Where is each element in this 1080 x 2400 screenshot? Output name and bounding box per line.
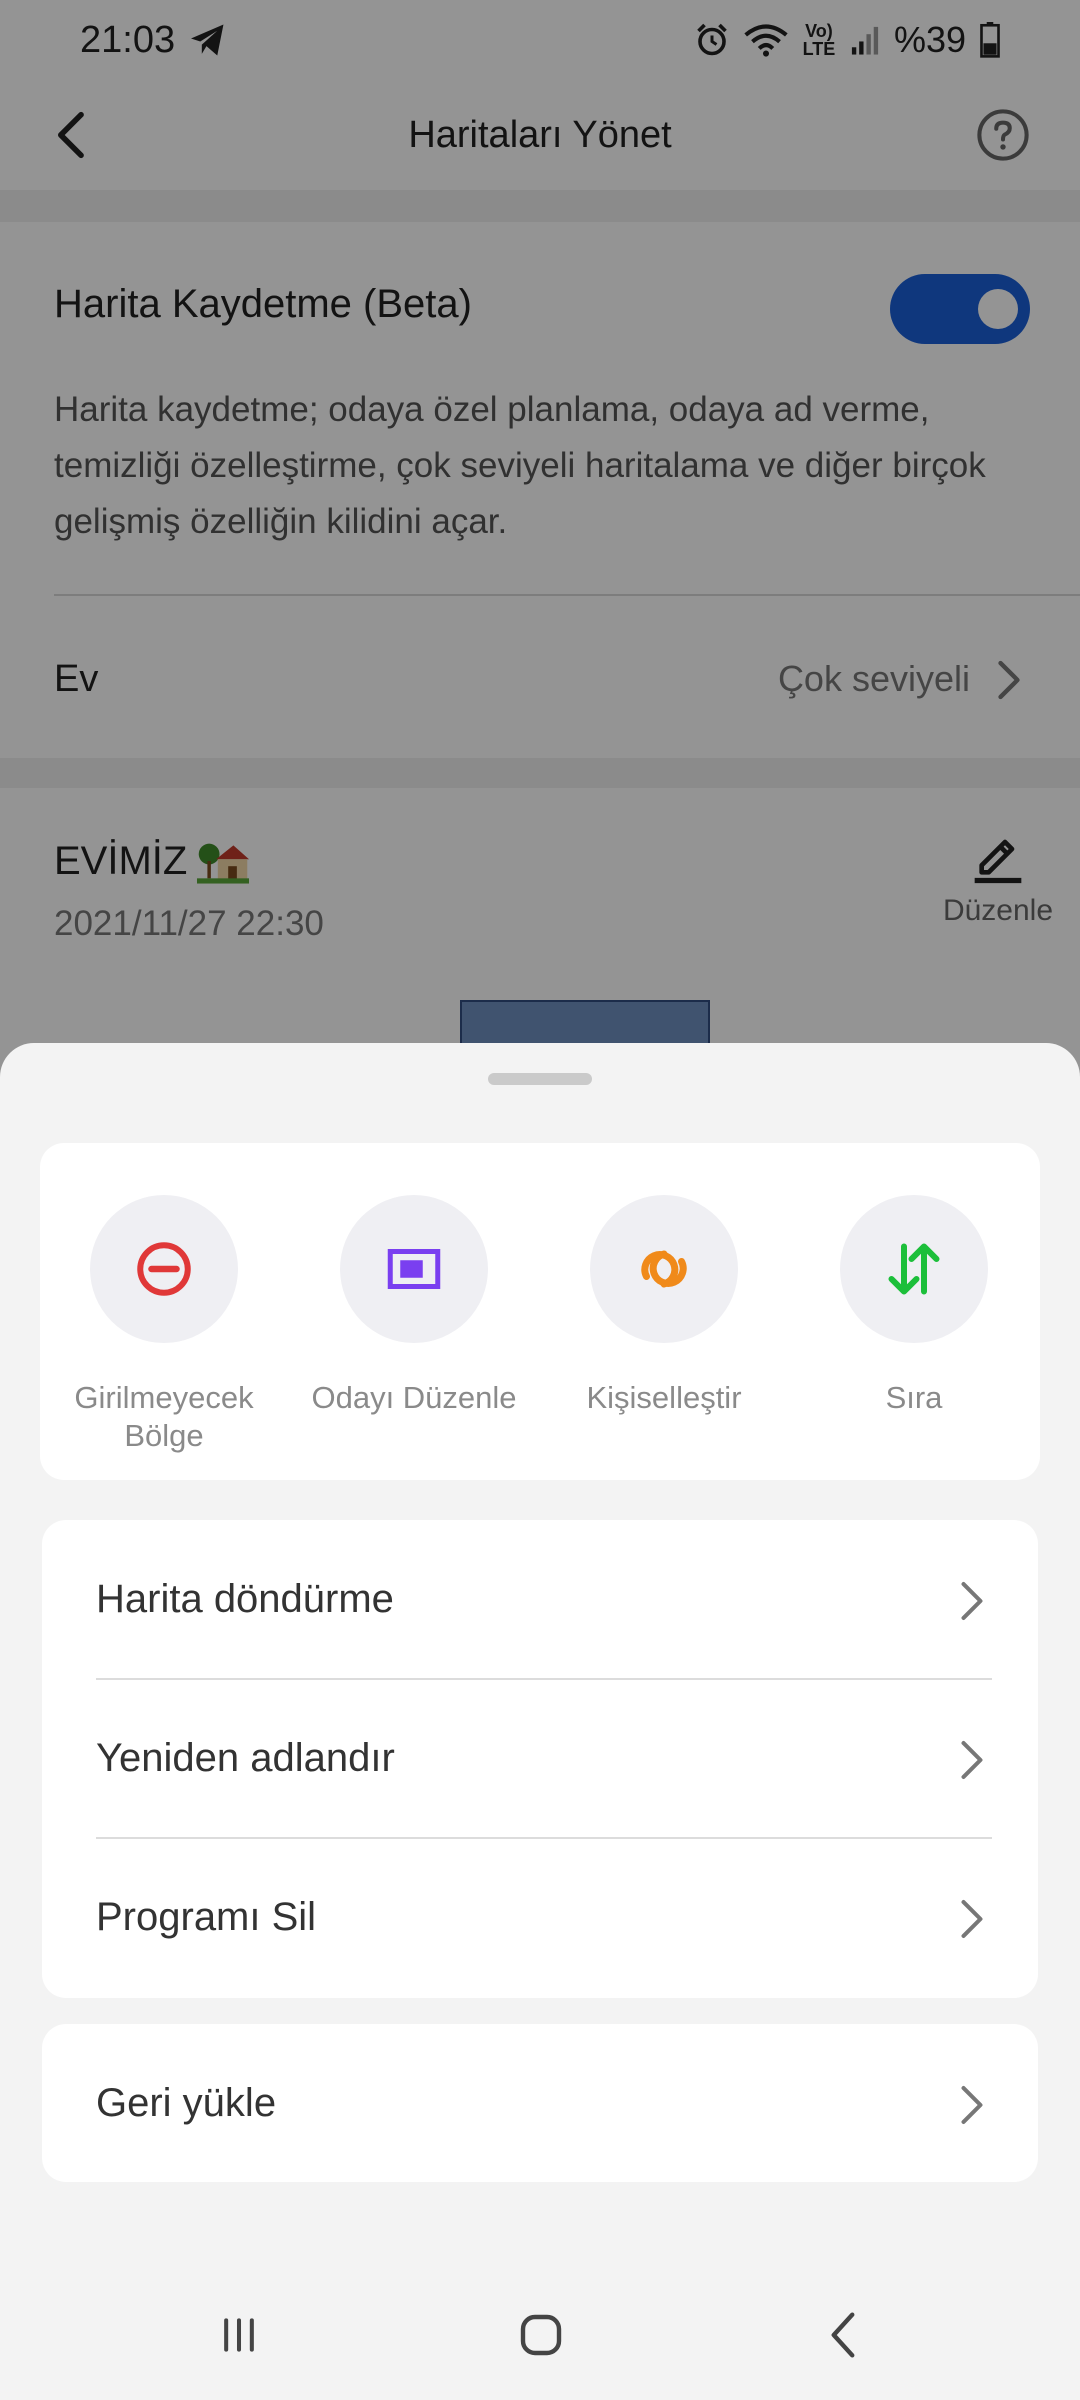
recent-apps-icon [224, 2318, 254, 2352]
list-item-label: Programı Sil [96, 1895, 317, 1939]
no-go-zone-button[interactable]: Girilmeyecek Bölge [44, 1195, 284, 1455]
bottom-sheet: Girilmeyecek Bölge Odayı Düzenle Kişisel… [0, 1043, 1080, 2400]
chevron-right-icon [961, 1741, 983, 1779]
home-icon [520, 2314, 562, 2356]
action-icon-circle [840, 1195, 988, 1343]
map-options-list: Harita döndürme Yeniden adlandır Program… [42, 1520, 1038, 1998]
sheet-drag-handle[interactable] [488, 1073, 592, 1085]
action-icon-circle [90, 1195, 238, 1343]
no-go-zone-icon [137, 1242, 191, 1296]
home-button[interactable] [496, 2300, 586, 2370]
action-icon-circle [340, 1195, 488, 1343]
no-go-zone-label: Girilmeyecek Bölge [74, 1380, 254, 1453]
action-icon-circle [590, 1195, 738, 1343]
sort-order-button[interactable]: Sıra [794, 1195, 1034, 1417]
list-item-label: Yeniden adlandır [96, 1736, 395, 1780]
edit-room-icon [387, 1249, 441, 1289]
chevron-right-icon [961, 2086, 983, 2124]
list-item-rotate-map[interactable]: Harita döndürme [42, 1520, 1038, 1679]
list-item-label: Harita döndürme [96, 1577, 394, 1621]
sort-order-icon [888, 1243, 940, 1295]
chevron-right-icon [961, 1582, 983, 1620]
recent-apps-button[interactable] [194, 2300, 284, 2370]
edit-room-button[interactable]: Odayı Düzenle [294, 1195, 534, 1417]
map-actions-card: Girilmeyecek Bölge Odayı Düzenle Kişisel… [40, 1143, 1040, 1480]
restore-label: Geri yükle [96, 2081, 277, 2125]
edit-room-label: Odayı Düzenle [311, 1380, 517, 1415]
chevron-right-icon [961, 1900, 983, 1938]
customize-button[interactable]: Kişiselleştir [544, 1195, 784, 1417]
list-item-delete-schedule[interactable]: Programı Sil [42, 1838, 1038, 1997]
list-item-rename[interactable]: Yeniden adlandır [42, 1679, 1038, 1838]
sort-order-label: Sıra [885, 1380, 943, 1415]
back-chevron-icon [831, 2312, 855, 2358]
restore-card: Geri yükle [42, 2024, 1038, 2182]
customize-label: Kişiselleştir [586, 1380, 742, 1415]
list-item-restore[interactable]: Geri yükle [42, 2024, 1038, 2183]
customize-icon [641, 1250, 687, 1288]
system-back-button[interactable] [798, 2300, 888, 2370]
system-nav-bar [0, 2272, 1080, 2400]
